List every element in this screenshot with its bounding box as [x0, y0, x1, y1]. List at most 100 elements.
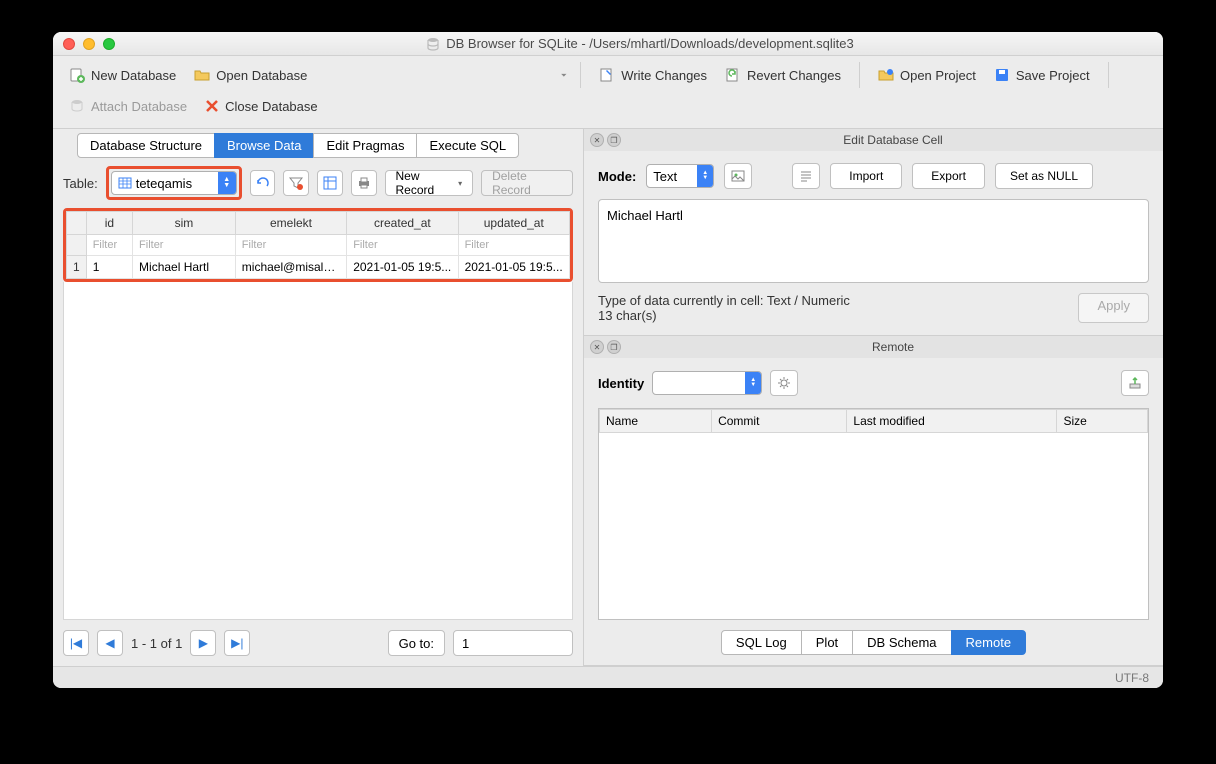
tab-database-structure[interactable]: Database Structure — [77, 133, 215, 158]
identity-add-button[interactable] — [770, 370, 798, 396]
close-window-button[interactable] — [63, 38, 75, 50]
new-db-icon — [69, 67, 85, 83]
attach-database-button: Attach Database — [63, 94, 193, 118]
first-page-button[interactable]: |◀ — [63, 630, 89, 656]
last-page-button[interactable]: ▶| — [224, 630, 250, 656]
remote-table[interactable]: Name Commit Last modified Size — [598, 408, 1149, 620]
open-project-icon — [878, 67, 894, 83]
chars-info: 13 char(s) — [598, 308, 850, 323]
database-icon — [426, 37, 440, 51]
col-emelekt[interactable]: emelekt — [235, 212, 346, 235]
bottom-tabs: SQL Log Plot DB Schema Remote — [584, 620, 1163, 665]
save-view-button[interactable] — [317, 170, 343, 196]
right-pane: ✕ ❐ Edit Database Cell Mode: Text ▲▼ — [583, 129, 1163, 666]
identity-select[interactable]: ▲▼ — [652, 371, 762, 395]
save-project-button[interactable]: Save Project — [988, 63, 1096, 87]
goto-button[interactable]: Go to: — [388, 630, 445, 656]
filter-id[interactable]: Filter — [86, 235, 132, 256]
filter-icon — [288, 175, 304, 191]
table-icon — [118, 176, 132, 190]
filter-emelekt[interactable]: Filter — [235, 235, 346, 256]
table-select[interactable]: teteqamis ▲▼ — [111, 171, 237, 195]
remote-col-commit[interactable]: Commit — [712, 410, 847, 433]
remote-close-icon[interactable]: ✕ — [590, 340, 604, 354]
set-null-button[interactable]: Set as NULL — [995, 163, 1093, 189]
tab-remote[interactable]: Remote — [951, 630, 1027, 655]
remote-col-size[interactable]: Size — [1057, 410, 1148, 433]
prev-page-button[interactable]: ◀ — [97, 630, 123, 656]
remote-action-button[interactable] — [1121, 370, 1149, 396]
new-record-button[interactable]: New Record▾ — [385, 170, 474, 196]
mode-select[interactable]: Text ▲▼ — [646, 164, 714, 188]
remote-popout-icon[interactable]: ❐ — [607, 340, 621, 354]
identity-label: Identity — [598, 376, 644, 391]
panel-close-icon[interactable]: ✕ — [590, 133, 604, 147]
expand-icon[interactable]: ▼ — [559, 73, 568, 78]
tab-edit-pragmas[interactable]: Edit Pragmas — [313, 133, 417, 158]
window-title: DB Browser for SQLite - /Users/mhartl/Do… — [127, 36, 1153, 51]
edit-cell-title: Edit Database Cell — [629, 133, 1157, 147]
filter-sim[interactable]: Filter — [133, 235, 236, 256]
write-changes-button[interactable]: Write Changes — [593, 63, 713, 87]
save-view-icon — [322, 175, 338, 191]
col-sim[interactable]: sim — [133, 212, 236, 235]
panel-popout-icon[interactable]: ❐ — [607, 133, 621, 147]
tab-sql-log[interactable]: SQL Log — [721, 630, 802, 655]
data-table[interactable]: id sim emelekt created_at updated_at Fil… — [66, 211, 570, 279]
app-window: DB Browser for SQLite - /Users/mhartl/Do… — [53, 32, 1163, 688]
close-db-icon — [205, 99, 219, 113]
export-button[interactable]: Export — [912, 163, 985, 189]
open-database-button[interactable]: Open Database — [188, 63, 313, 87]
attach-db-icon — [69, 98, 85, 114]
revert-changes-icon — [725, 67, 741, 83]
table-row[interactable]: 1 1 Michael Hartl michael@misalei... 202… — [67, 256, 570, 279]
tab-plot[interactable]: Plot — [801, 630, 853, 655]
encoding-label: UTF-8 — [1115, 671, 1149, 685]
indent-button[interactable] — [792, 163, 820, 189]
titlebar: DB Browser for SQLite - /Users/mhartl/Do… — [53, 32, 1163, 56]
clear-filters-button[interactable] — [283, 170, 309, 196]
open-db-icon — [194, 67, 210, 83]
tab-browse-data[interactable]: Browse Data — [214, 133, 314, 158]
image-icon — [731, 169, 745, 183]
gear-icon — [777, 376, 791, 390]
write-changes-icon — [599, 67, 615, 83]
remote-panel: ✕ ❐ Remote Identity ▲▼ Name — [584, 336, 1163, 666]
pager: |◀ ◀ 1 - 1 of 1 ▶ ▶| Go to: — [63, 620, 573, 656]
print-button[interactable] — [351, 170, 377, 196]
filter-created[interactable]: Filter — [347, 235, 458, 256]
save-project-icon — [994, 67, 1010, 83]
type-info: Type of data currently in cell: Text / N… — [598, 293, 850, 308]
import-button[interactable]: Import — [830, 163, 902, 189]
col-created-at[interactable]: created_at — [347, 212, 458, 235]
print-icon — [356, 175, 372, 191]
minimize-window-button[interactable] — [83, 38, 95, 50]
tab-execute-sql[interactable]: Execute SQL — [416, 133, 519, 158]
upload-icon — [1128, 376, 1142, 390]
main-tabs: Database Structure Browse Data Edit Prag… — [77, 133, 573, 158]
apply-button: Apply — [1078, 293, 1149, 323]
open-project-button[interactable]: Open Project — [872, 63, 982, 87]
left-pane: Database Structure Browse Data Edit Prag… — [53, 129, 583, 666]
close-database-button[interactable]: Close Database — [199, 95, 324, 118]
col-updated-at[interactable]: updated_at — [458, 212, 569, 235]
main-toolbar: New Database Open Database ▼ Write Chang… — [53, 56, 1163, 129]
next-page-button[interactable]: ▶ — [190, 630, 216, 656]
col-id[interactable]: id — [86, 212, 132, 235]
filter-updated[interactable]: Filter — [458, 235, 569, 256]
tab-db-schema[interactable]: DB Schema — [852, 630, 951, 655]
refresh-button[interactable] — [250, 170, 276, 196]
pager-label: 1 - 1 of 1 — [131, 636, 182, 651]
remote-title: Remote — [629, 340, 1157, 354]
remote-col-modified[interactable]: Last modified — [847, 410, 1057, 433]
indent-icon — [799, 169, 813, 183]
refresh-icon — [255, 175, 271, 191]
zoom-window-button[interactable] — [103, 38, 115, 50]
remote-col-name[interactable]: Name — [600, 410, 712, 433]
new-database-button[interactable]: New Database — [63, 63, 182, 87]
mode-tool-button[interactable] — [724, 163, 752, 189]
goto-input[interactable] — [453, 630, 573, 656]
cell-value-textarea[interactable]: Michael Hartl — [598, 199, 1149, 283]
revert-changes-button[interactable]: Revert Changes — [719, 63, 847, 87]
table-label: Table: — [63, 176, 98, 191]
